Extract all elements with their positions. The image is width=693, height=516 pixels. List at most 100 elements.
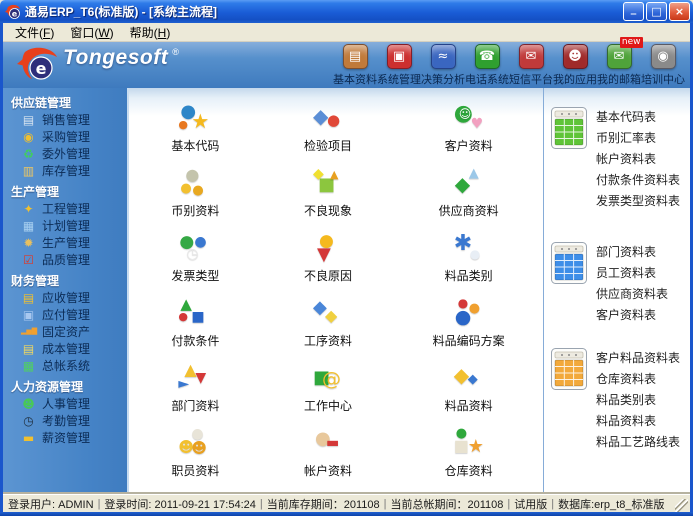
table-link[interactable]: 币别汇率表 [596,127,680,148]
tool-label: 短信平台 [509,71,553,87]
shortcut-item-category[interactable]: ✱●料品类别 [394,232,543,297]
shortcut-process-info[interactable]: ◆◆工序资料 [262,297,395,362]
menu-item-2[interactable]: 帮助(H) [122,24,179,41]
shortcut-item-info[interactable]: ◆◆料品资料 [394,362,543,427]
shortcut-employee-info[interactable]: ●☻☻职员资料 [129,427,262,492]
sidebar: 供应链管理▤销售管理◉采购管理♻委外管理▥库存管理生产管理✦工程管理▦计划管理✹… [3,88,129,494]
table-link[interactable]: 部门资料表 [596,241,668,262]
table-link[interactable]: 帐户资料表 [596,148,680,169]
shortcut-basic-code[interactable]: ●★●基本代码 [129,102,262,167]
sidebar-item-label: 委外管理 [42,145,90,162]
table-link[interactable]: 客户资料表 [596,304,668,325]
table-link[interactable]: 料品类别表 [596,389,680,410]
window-controls: _ □ × [623,2,690,21]
status-separator: | [503,498,514,510]
shortcut-defect-reason[interactable]: ●▼不良原因 [262,232,395,297]
tool-my-mailbox[interactable]: ✉new我的邮箱 [597,44,641,87]
sidebar-item-payable[interactable]: ▣ 应付管理 [3,306,127,323]
tool-basic-data[interactable]: ▤基本资料 [333,44,377,87]
shortcut-work-center[interactable]: ■@工作中心 [262,362,395,427]
sidebar-item-sales[interactable]: ▤销售管理 [3,111,127,128]
sidebar-item-inventory[interactable]: ▥库存管理 [3,162,127,179]
resize-grip-icon[interactable] [675,499,688,512]
sidebar-item-label: 应付管理 [42,306,90,323]
shortcut-label: 发票类型 [171,267,219,284]
shortcut-department-info[interactable]: ▲▼►部门资料 [129,362,262,427]
sales-icon: ▤ [21,114,36,126]
sidebar-item-label: 应收管理 [42,289,90,306]
shortcut-warehouse-info[interactable]: ■●★仓库资料 [394,427,543,492]
shortcut-item-coding[interactable]: ●●●料品编码方案 [394,297,543,362]
sidebar-item-salary[interactable]: ▬薪资管理 [3,429,127,446]
sidebar-item-planning[interactable]: ▦计划管理 [3,217,127,234]
sidebar-item-cost[interactable]: ▤成本管理 [3,340,127,357]
account-info-icon: ●▬ [311,427,345,461]
sidebar-item-outsourcing[interactable]: ♻委外管理 [3,145,127,162]
menu-item-1[interactable]: 窗口(W) [62,24,121,41]
tool-sms-platform[interactable]: ✉短信平台 [509,44,553,87]
sidebar-item-label: 人事管理 [42,395,90,412]
shortcut-invoice-type[interactable]: ●●◷发票类型 [129,232,262,297]
item-coding-icon: ●●● [452,297,486,331]
shortcut-customer-info[interactable]: ●☺♥客户资料 [394,102,543,167]
sidebar-item-engineering[interactable]: ✦工程管理 [3,200,127,217]
sidebar-item-attendance[interactable]: ◷考勤管理 [3,412,127,429]
tool-label: 培训中心 [641,71,685,87]
sidebar-item-fixed-assets[interactable]: ▂▅▇固定资产 [3,323,127,340]
table-link[interactable]: 付款条件资料表 [596,169,680,190]
fixed-assets-icon: ▂▅▇ [21,328,36,335]
inspection-item-icon: ◆● [311,102,345,136]
shortcut-label: 不良现象 [304,202,352,219]
close-button[interactable]: × [669,2,690,21]
window-title: 通易ERP_T6(标准版) - [系统主流程] [25,3,619,20]
sidebar-item-production[interactable]: ✹生产管理 [3,234,127,251]
status-bar: 登录用户: ADMIN|登录时间: 2011-09-21 17:54:24|当前… [3,494,690,512]
production-icon: ✹ [21,237,36,249]
work-center-icon: ■@ [311,362,345,396]
tool-phone-system[interactable]: ☎电话系统 [465,44,509,87]
table-link[interactable]: 员工资料表 [596,262,668,283]
payable-icon: ▣ [21,309,36,321]
shortcut-account-info[interactable]: ●▬帐户资料 [262,427,395,492]
tool-label: 系统管理 [377,71,421,87]
sidebar-group-header: 财务管理 [3,271,127,289]
table-link[interactable]: 料品资料表 [596,410,680,431]
table-link[interactable]: 料品工艺路线表 [596,431,680,452]
tool-system-management[interactable]: ▣系统管理 [377,44,421,87]
shortcut-payment-terms[interactable]: ▲●■付款条件 [129,297,262,362]
sidebar-item-hr[interactable]: ☻人事管理 [3,395,127,412]
shortcut-supplier-info[interactable]: ◆▲供应商资料 [394,167,543,232]
shortcut-defect-phenomenon[interactable]: ■◆▲不良现象 [262,167,395,232]
supplier-info-icon: ◆▲ [452,167,486,201]
app-icon: e [5,4,21,20]
table-link[interactable]: 客户料品资料表 [596,347,680,368]
purchase-icon: ◉ [21,131,36,143]
sidebar-item-label: 成本管理 [42,340,90,357]
ledger-icon: ▦ [21,360,36,372]
maximize-button[interactable]: □ [646,2,667,21]
menu-item-0[interactable]: 文件(F) [7,24,62,41]
shortcut-inspection-item[interactable]: ◆●检验项目 [262,102,395,167]
table-group-3: 客户料品资料表仓库资料表料品类别表料品资料表料品工艺路线表 [550,347,690,452]
sidebar-item-quality[interactable]: ☑品质管理 [3,251,127,268]
sidebar-item-label: 薪资管理 [42,429,90,446]
table-group-1: 基本代码表币别汇率表帐户资料表付款条件资料表发票类型资料表 [550,106,690,211]
defect-reason-icon: ●▼ [311,232,345,266]
training-center-icon: ◉ [651,44,676,69]
shortcut-currency-info[interactable]: ●●●币别资料 [129,167,262,232]
minimize-button[interactable]: _ [623,2,644,21]
right-panel: 基本代码表币别汇率表帐户资料表付款条件资料表发票类型资料表部门资料表员工资料表供… [543,88,690,494]
status-segment-4: 试用版 [514,496,547,512]
tool-decision-analysis[interactable]: ≈决策分析 [421,44,465,87]
table-link[interactable]: 仓库资料表 [596,368,680,389]
tool-my-apps[interactable]: ☻我的应用 [553,44,597,87]
sidebar-item-ledger[interactable]: ▦总帐系统 [3,357,127,374]
item-info-icon: ◆◆ [452,362,486,396]
sidebar-item-receivable[interactable]: ▤应收管理 [3,289,127,306]
tool-training-center[interactable]: ◉ 培训中心 [641,44,685,87]
table-link[interactable]: 基本代码表 [596,106,680,127]
sidebar-item-purchase[interactable]: ◉采购管理 [3,128,127,145]
svg-text:e: e [36,59,47,78]
table-link[interactable]: 供应商资料表 [596,283,668,304]
table-link[interactable]: 发票类型资料表 [596,190,680,211]
